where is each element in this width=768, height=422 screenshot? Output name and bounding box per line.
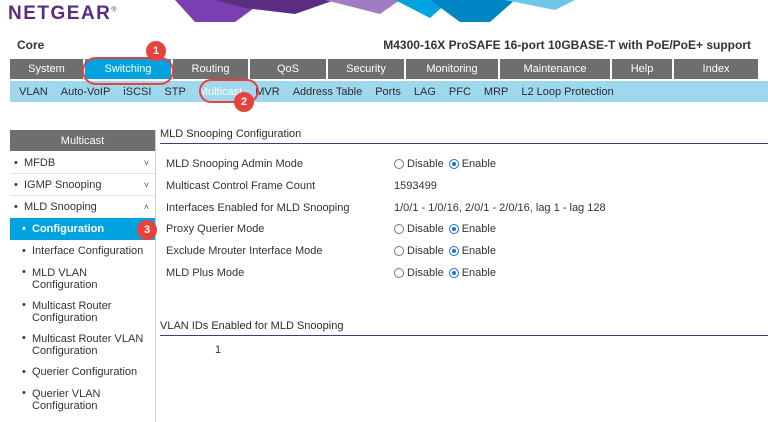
vlan-id-value: 1 <box>215 344 222 356</box>
netgear-logo: NETGEAR® <box>8 3 118 25</box>
sidebar-sub-querier-configuration[interactable]: • Querier Configuration <box>10 361 155 383</box>
registered-mark: ® <box>111 6 119 14</box>
radio-disable[interactable] <box>394 268 404 278</box>
sidebar-sub-label: Querier Configuration <box>32 366 138 378</box>
subnav-iscsi[interactable]: iSCSI <box>123 86 151 98</box>
callout-badge-3: 3 <box>137 220 157 240</box>
label-multicast-control-frame-count: Multicast Control Frame Count <box>166 180 316 192</box>
radio-disable[interactable] <box>394 246 404 256</box>
radio-label-enable: Enable <box>461 158 496 170</box>
radio-enable[interactable] <box>448 159 459 169</box>
value-multicast-control-frame-count: 1593499 <box>394 180 437 192</box>
nav-qos[interactable]: QoS <box>250 59 326 79</box>
subnav-vlan[interactable]: VLAN <box>19 86 48 98</box>
bullet-icon: • <box>22 366 26 378</box>
sidebar-item-mfdb[interactable]: • MFDB ˅ <box>10 152 155 174</box>
chevron-down-icon: ˅ <box>143 179 149 190</box>
subnav-stp[interactable]: STP <box>164 86 185 98</box>
sidebar-sub-multicast-router-configuration[interactable]: • Multicast Router Configuration <box>10 295 155 328</box>
highlight-ring-switching <box>82 57 174 85</box>
nav-security[interactable]: Security <box>328 59 404 79</box>
bullet-icon: • <box>22 245 26 257</box>
subnav-auto-voip[interactable]: Auto-VoIP <box>61 86 111 98</box>
sidebar-item-mld-snooping[interactable]: • MLD Snooping ˄ <box>10 196 155 218</box>
label-mld-admin-mode: MLD Snooping Admin Mode <box>166 158 303 170</box>
radio-label-disable: Disable <box>407 245 444 257</box>
value-interfaces-enabled: 1/0/1 - 1/0/16, 2/0/1 - 2/0/16, lag 1 - … <box>394 202 606 214</box>
sidebar-item-igmp-snooping[interactable]: • IGMP Snooping ˅ <box>10 174 155 196</box>
sidebar-title: Multicast <box>10 130 155 152</box>
chevron-down-icon: ˅ <box>143 157 149 168</box>
sidebar-item-label: MLD Snooping <box>24 201 97 213</box>
radio-group-mld-admin-mode: Disable Enable <box>394 158 496 170</box>
nav-system[interactable]: System <box>10 59 83 79</box>
radio-group-proxy-querier-mode: Disable Enable <box>394 223 496 235</box>
sidebar-item-label: IGMP Snooping <box>24 178 102 191</box>
subnav-pfc[interactable]: PFC <box>449 86 471 98</box>
radio-label-disable: Disable <box>407 223 444 235</box>
section-divider <box>160 143 768 144</box>
radio-enable[interactable] <box>448 224 459 234</box>
bullet-icon: • <box>22 223 26 235</box>
sidebar-sub-mld-vlan-configuration[interactable]: • MLD VLAN Configuration <box>10 262 155 295</box>
section-divider <box>160 335 768 336</box>
bullet-icon: • <box>14 156 18 169</box>
sidebar-sub-label: Multicast Router VLAN Configuration <box>32 332 144 357</box>
sidebar-sub-label: Multicast Router Configuration <box>32 299 112 324</box>
bullet-icon: • <box>22 299 26 311</box>
device-name: Core <box>17 38 45 52</box>
sidebar-item-label: MFDB <box>24 156 56 169</box>
radio-label-enable: Enable <box>461 223 496 235</box>
label-proxy-querier-mode: Proxy Querier Mode <box>166 223 265 235</box>
section-title-vlan-ids: VLAN IDs Enabled for MLD Snooping <box>160 320 344 336</box>
radio-disable[interactable] <box>394 159 404 169</box>
radio-label-disable: Disable <box>407 158 444 170</box>
subnav-lag[interactable]: LAG <box>414 86 436 98</box>
bullet-icon: • <box>22 266 26 278</box>
sidebar-sub-interface-configuration[interactable]: • Interface Configuration <box>10 240 155 262</box>
logo-text: NETGEAR <box>8 3 112 24</box>
nav-routing[interactable]: Routing <box>173 59 248 79</box>
label-interfaces-enabled: Interfaces Enabled for MLD Snooping <box>166 202 350 214</box>
sidebar-sub-label: Querier VLAN Configuration <box>32 387 101 412</box>
section-title-mld-config: MLD Snooping Configuration <box>160 128 302 144</box>
bullet-icon: • <box>14 178 18 191</box>
radio-enable[interactable] <box>448 268 459 278</box>
callout-badge-1: 1 <box>146 41 166 61</box>
bullet-icon: • <box>22 387 26 399</box>
nav-help[interactable]: Help <box>612 59 672 79</box>
subnav-address-table[interactable]: Address Table <box>293 86 363 98</box>
header-banner-graphic <box>175 0 575 22</box>
bullet-icon: • <box>22 332 26 344</box>
radio-label-enable: Enable <box>461 267 496 279</box>
sidebar: Multicast • MFDB ˅ • IGMP Snooping ˅ • MLD … <box>10 130 156 422</box>
sidebar-sub-label: Interface Configuration <box>32 245 144 257</box>
subnav-ports[interactable]: Ports <box>375 86 401 98</box>
sidebar-sub-configuration[interactable]: • Configuration <box>10 218 155 240</box>
bullet-icon: • <box>14 201 18 213</box>
subnav-mrp[interactable]: MRP <box>484 86 508 98</box>
nav-monitoring[interactable]: Monitoring <box>406 59 498 79</box>
radio-disable[interactable] <box>394 224 404 234</box>
subnav-l2-loop-protection[interactable]: L2 Loop Protection <box>521 86 613 98</box>
label-mld-plus-mode: MLD Plus Mode <box>166 267 245 279</box>
radio-label-enable: Enable <box>461 245 496 257</box>
label-exclude-mrouter-interface-mode: Exclude Mrouter Interface Mode <box>166 245 323 257</box>
sidebar-sub-multicast-router-vlan-configuration[interactable]: • Multicast Router VLAN Configuration <box>10 328 155 361</box>
radio-group-mld-plus-mode: Disable Enable <box>394 267 496 279</box>
radio-group-exclude-mrouter: Disable Enable <box>394 245 496 257</box>
sidebar-sub-label: MLD VLAN Configuration <box>32 266 98 291</box>
radio-enable[interactable] <box>448 246 459 256</box>
chevron-up-icon: ˄ <box>143 202 149 212</box>
nav-maintenance[interactable]: Maintenance <box>500 59 610 79</box>
sidebar-sub-label: Configuration <box>32 223 105 235</box>
device-model: M4300-16X ProSAFE 16-port 10GBASE-T with… <box>383 38 751 52</box>
nav-index[interactable]: Index <box>674 59 758 79</box>
radio-label-disable: Disable <box>407 267 444 279</box>
callout-badge-2: 2 <box>234 92 254 112</box>
sidebar-sub-querier-vlan-configuration[interactable]: • Querier VLAN Configuration <box>10 383 155 416</box>
